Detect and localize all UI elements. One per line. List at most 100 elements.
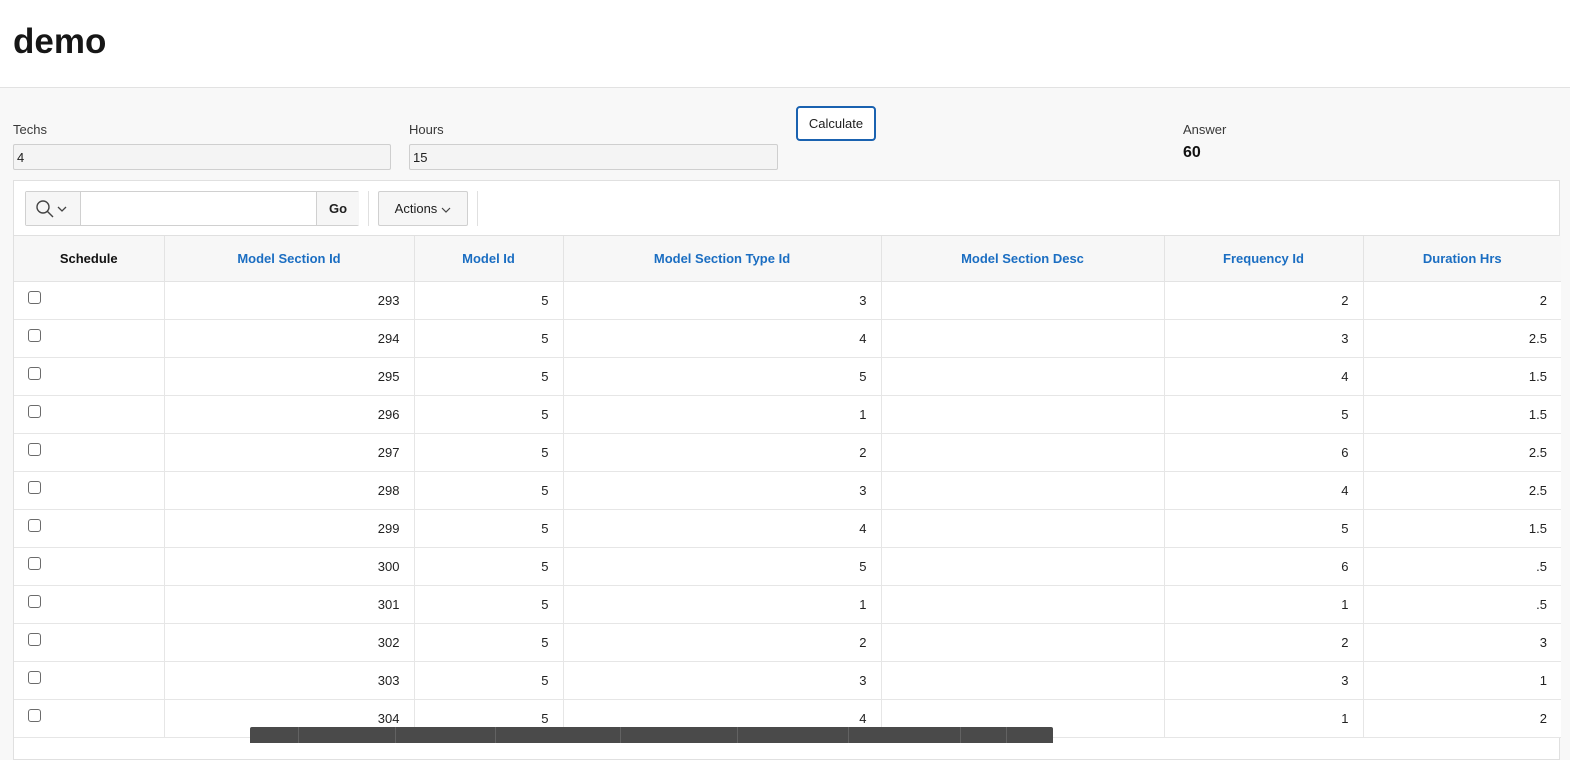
toolbar-divider [298, 727, 299, 743]
table-row: 299 5 4 5 1.5 [14, 509, 1561, 548]
column-header-model-section-id[interactable]: Model Section Id [163, 236, 414, 282]
frequency-id-cell: 6 [1163, 547, 1363, 586]
hours-input[interactable] [409, 144, 778, 170]
schedule-cell [14, 509, 164, 548]
duration-hrs-cell: 1.5 [1362, 357, 1561, 396]
actions-menu-button[interactable]: Actions [378, 191, 468, 226]
model-section-type-id-cell: 1 [562, 585, 881, 624]
frequency-id-cell: 5 [1163, 509, 1363, 548]
model-section-id-cell: 301 [163, 585, 414, 624]
toolbar-divider [368, 191, 369, 226]
schedule-checkbox[interactable] [28, 556, 41, 570]
model-section-desc-cell [880, 623, 1164, 662]
model-section-desc-cell [880, 471, 1164, 510]
duration-hrs-cell: .5 [1362, 585, 1561, 624]
schedule-checkbox[interactable] [28, 594, 41, 608]
schedule-cell [14, 661, 164, 700]
model-section-id-cell: 296 [163, 395, 414, 434]
table-row: 294 5 4 3 2.5 [14, 319, 1561, 358]
schedule-checkbox[interactable] [28, 708, 41, 722]
model-section-desc-cell [880, 395, 1164, 434]
schedule-checkbox[interactable] [28, 328, 41, 342]
column-header-model-section-desc[interactable]: Model Section Desc [880, 236, 1164, 282]
table-row: 295 5 5 4 1.5 [14, 357, 1561, 396]
chevron-down-icon [441, 207, 451, 213]
model-section-id-cell: 303 [163, 661, 414, 700]
calculate-button[interactable]: Calculate [796, 106, 876, 141]
model-id-cell: 5 [413, 319, 563, 358]
model-section-type-id-cell: 4 [562, 509, 881, 548]
model-section-id-cell: 293 [163, 281, 414, 320]
schedule-cell [14, 547, 164, 586]
model-section-desc-cell [880, 357, 1164, 396]
schedule-cell [14, 395, 164, 434]
model-section-desc-cell [880, 509, 1164, 548]
model-section-desc-cell [880, 433, 1164, 472]
developer-toolbar[interactable] [250, 727, 1053, 743]
duration-hrs-cell: 2 [1362, 699, 1561, 738]
column-header-frequency-id[interactable]: Frequency Id [1163, 236, 1363, 282]
frequency-id-cell: 1 [1163, 699, 1363, 738]
schedule-checkbox[interactable] [28, 290, 41, 304]
report-toolbar: Go Actions [14, 181, 1559, 236]
frequency-id-cell: 6 [1163, 433, 1363, 472]
toolbar-divider [620, 727, 621, 743]
go-button[interactable]: Go [316, 192, 359, 225]
schedule-checkbox[interactable] [28, 518, 41, 532]
schedule-checkbox[interactable] [28, 632, 41, 646]
search-input[interactable] [82, 192, 317, 225]
toolbar-divider [395, 727, 396, 743]
model-section-type-id-cell: 2 [562, 623, 881, 662]
frequency-id-cell: 1 [1163, 585, 1363, 624]
model-section-id-cell: 297 [163, 433, 414, 472]
search-column-toggle[interactable] [26, 192, 81, 225]
schedule-cell [14, 319, 164, 358]
actions-label: Actions [394, 201, 438, 216]
search-bar: Go [25, 191, 359, 226]
model-section-type-id-cell: 3 [562, 471, 881, 510]
duration-hrs-cell: 3 [1362, 623, 1561, 662]
techs-field: Techs [13, 122, 391, 170]
model-id-cell: 5 [413, 585, 563, 624]
answer-field: Answer 60 [1183, 122, 1383, 162]
model-id-cell: 5 [413, 471, 563, 510]
answer-label: Answer [1183, 122, 1227, 137]
toolbar-divider [1006, 727, 1007, 743]
toolbar-divider [848, 727, 849, 743]
report-table: Schedule Model Section Id Model Id Model… [14, 236, 1561, 738]
model-section-desc-cell [880, 585, 1164, 624]
model-section-type-id-cell: 5 [562, 357, 881, 396]
column-header-model-section-type-id[interactable]: Model Section Type Id [562, 236, 881, 282]
chevron-down-icon [57, 206, 67, 212]
table-row: 298 5 3 4 2.5 [14, 471, 1561, 510]
model-section-id-cell: 295 [163, 357, 414, 396]
frequency-id-cell: 5 [1163, 395, 1363, 434]
frequency-id-cell: 2 [1163, 623, 1363, 662]
model-section-id-cell: 294 [163, 319, 414, 358]
model-id-cell: 5 [413, 433, 563, 472]
schedule-checkbox[interactable] [28, 442, 41, 456]
schedule-cell [14, 433, 164, 472]
schedule-checkbox[interactable] [28, 404, 41, 418]
model-id-cell: 5 [413, 623, 563, 662]
column-header-schedule: Schedule [14, 236, 164, 282]
duration-hrs-cell: 2.5 [1362, 433, 1561, 472]
toolbar-divider [960, 727, 961, 743]
model-id-cell: 5 [413, 281, 563, 320]
model-section-type-id-cell: 3 [562, 281, 881, 320]
techs-input[interactable] [13, 144, 391, 170]
model-section-id-cell: 302 [163, 623, 414, 662]
schedule-checkbox[interactable] [28, 670, 41, 684]
duration-hrs-cell: 1 [1362, 661, 1561, 700]
column-header-duration-hrs[interactable]: Duration Hrs [1362, 236, 1561, 282]
schedule-checkbox[interactable] [28, 480, 41, 494]
column-header-model-id[interactable]: Model Id [413, 236, 563, 282]
schedule-checkbox[interactable] [28, 366, 41, 380]
hours-label: Hours [409, 122, 444, 137]
model-section-id-cell: 300 [163, 547, 414, 586]
schedule-cell [14, 585, 164, 624]
table-header-row: Schedule Model Section Id Model Id Model… [14, 236, 1561, 282]
model-section-type-id-cell: 4 [562, 319, 881, 358]
toolbar-divider [495, 727, 496, 743]
duration-hrs-cell: 1.5 [1362, 395, 1561, 434]
